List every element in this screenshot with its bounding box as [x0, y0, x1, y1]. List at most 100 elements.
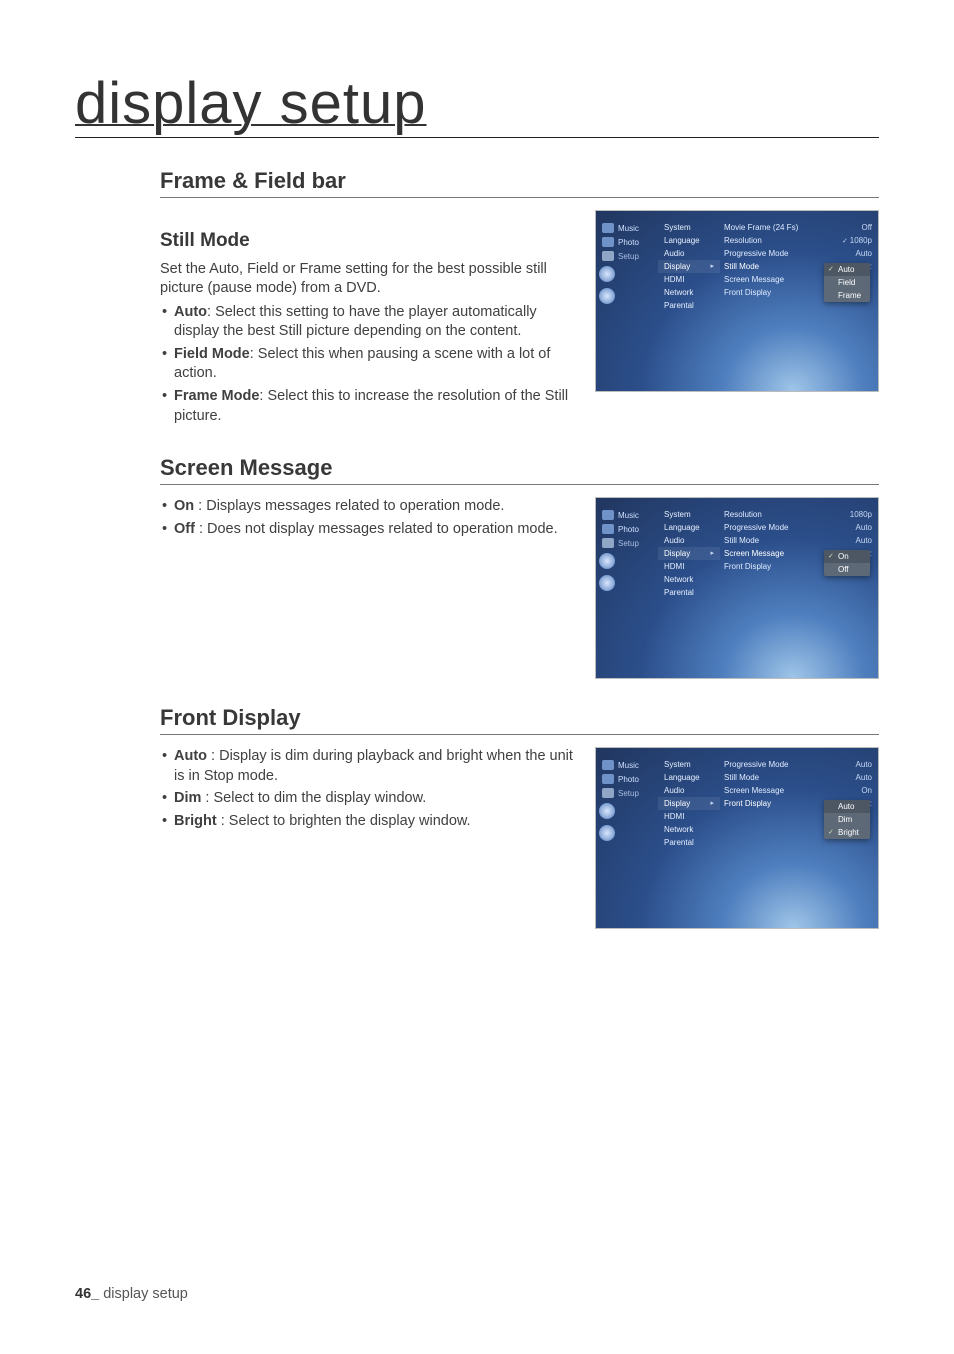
setting-value: Off	[861, 223, 872, 232]
nav-label: Setup	[618, 252, 639, 261]
osd-screenshot-front-display: Music Photo Setup System Language Audio …	[595, 747, 879, 929]
photo-icon	[602, 237, 614, 247]
option-auto[interactable]: Auto	[824, 263, 870, 276]
menu-item-system[interactable]: System	[658, 221, 720, 234]
bullet-rest: : Select this setting to have the player…	[174, 304, 537, 340]
music-icon	[602, 223, 614, 233]
menu-item-hdmi[interactable]: HDMI	[658, 273, 720, 286]
still-mode-intro: Set the Auto, Field or Frame setting for…	[160, 260, 577, 299]
photo-icon	[602, 524, 614, 534]
heading-front-display: Front Display	[160, 705, 879, 735]
menu-item-display[interactable]: Display	[658, 260, 720, 273]
menu-item-network[interactable]: Network	[658, 286, 720, 299]
page-footer: 46_ display setup	[75, 1286, 188, 1302]
nav-item-photo[interactable]: Photo	[596, 235, 658, 249]
setting-value: Auto	[856, 536, 872, 545]
option-dim[interactable]: Dim	[824, 813, 870, 826]
setting-row[interactable]: Resolution1080p	[720, 234, 878, 247]
bullet-term: Frame Mode	[174, 388, 259, 404]
dropdown-screen-message[interactable]: On Off	[824, 550, 870, 576]
setting-row[interactable]: Progressive ModeAuto	[720, 521, 878, 534]
nav-item-setup[interactable]: Setup	[596, 786, 658, 800]
menu-item-hdmi[interactable]: HDMI	[658, 810, 720, 823]
list-item: Frame Mode: Select this to increase the …	[162, 387, 577, 426]
nav-label: Setup	[618, 539, 639, 548]
menu-item-audio[interactable]: Audio	[658, 247, 720, 260]
menu-item-hdmi[interactable]: HDMI	[658, 560, 720, 573]
setting-row[interactable]: Still ModeAuto	[720, 771, 878, 784]
setting-row[interactable]: Progressive ModeAuto	[720, 247, 878, 260]
list-item: On : Displays messages related to operat…	[162, 497, 577, 517]
sidebar-icon	[599, 288, 615, 304]
setting-row[interactable]: Resolution 1080p	[720, 508, 878, 521]
heading-screen-message: Screen Message	[160, 455, 879, 485]
setting-label: Resolution	[724, 236, 762, 245]
menu-item-system[interactable]: System	[658, 508, 720, 521]
option-bright[interactable]: Bright	[824, 826, 870, 839]
bullet-term: Auto	[174, 748, 207, 764]
list-item: Auto: Select this setting to have the pl…	[162, 303, 577, 342]
list-item: Bright : Select to brighten the display …	[162, 812, 577, 832]
setting-value: Auto	[856, 760, 872, 769]
setting-label: Screen Message	[724, 786, 784, 795]
menu-item-audio[interactable]: Audio	[658, 534, 720, 547]
bullet-rest: : Displays messages related to operation…	[194, 498, 504, 514]
heading-frame-field: Frame & Field bar	[160, 168, 879, 198]
setting-row[interactable]: Screen MessageOn	[720, 784, 878, 797]
setting-label: Front Display	[724, 562, 771, 571]
menu-item-network[interactable]: Network	[658, 823, 720, 836]
osd-screenshot-still-mode: Music Photo Setup System Language Audio …	[595, 210, 879, 392]
page-title: display setup	[75, 70, 427, 137]
nav-item-music[interactable]: Music	[596, 221, 658, 235]
bullet-rest: : Display is dim during playback and bri…	[174, 748, 573, 784]
nav-item-setup[interactable]: Setup	[596, 536, 658, 550]
gear-icon	[602, 251, 614, 261]
menu-item-language[interactable]: Language	[658, 234, 720, 247]
setting-label: Still Mode	[724, 262, 759, 271]
list-item: Dim : Select to dim the display window.	[162, 789, 577, 809]
dropdown-still-mode[interactable]: Auto Field Frame	[824, 263, 870, 302]
setting-label: Resolution	[724, 510, 762, 519]
menu-item-language[interactable]: Language	[658, 771, 720, 784]
setting-value: Auto	[856, 773, 872, 782]
nav-item-music[interactable]: Music	[596, 758, 658, 772]
heading-still-mode: Still Mode	[160, 228, 577, 254]
option-frame[interactable]: Frame	[824, 289, 870, 302]
menu-item-network[interactable]: Network	[658, 573, 720, 586]
nav-item-photo[interactable]: Photo	[596, 522, 658, 536]
menu-item-parental[interactable]: Parental	[658, 836, 720, 849]
setting-label: Progressive Mode	[724, 523, 788, 532]
menu-item-audio[interactable]: Audio	[658, 784, 720, 797]
option-off[interactable]: Off	[824, 563, 870, 576]
bullet-term: On	[174, 498, 194, 514]
nav-item-setup[interactable]: Setup	[596, 249, 658, 263]
setting-row[interactable]: Progressive ModeAuto	[720, 758, 878, 771]
option-auto[interactable]: Auto	[824, 800, 870, 813]
bullet-rest: : Does not display messages related to o…	[195, 521, 558, 537]
list-item: Off : Does not display messages related …	[162, 520, 577, 540]
nav-label: Music	[618, 761, 639, 770]
menu-item-display[interactable]: Display	[658, 547, 720, 560]
nav-item-photo[interactable]: Photo	[596, 772, 658, 786]
menu-item-language[interactable]: Language	[658, 521, 720, 534]
option-field[interactable]: Field	[824, 276, 870, 289]
menu-item-parental[interactable]: Parental	[658, 299, 720, 312]
setting-row[interactable]: Movie Frame (24 Fs)Off	[720, 221, 878, 234]
setting-label: Front Display	[724, 799, 771, 808]
setting-value: 1080p	[850, 510, 872, 519]
bullet-term: Auto	[174, 304, 207, 320]
setting-label: Still Mode	[724, 536, 759, 545]
nav-item-music[interactable]: Music	[596, 508, 658, 522]
bullet-rest: : Select to brighten the display window.	[217, 813, 471, 829]
menu-item-system[interactable]: System	[658, 758, 720, 771]
setting-label: Progressive Mode	[724, 249, 788, 258]
menu-item-display[interactable]: Display	[658, 797, 720, 810]
setting-row[interactable]: Still Mode Auto	[720, 534, 878, 547]
nav-label: Photo	[618, 775, 639, 784]
nav-label: Setup	[618, 789, 639, 798]
dropdown-front-display[interactable]: Auto Dim Bright	[824, 800, 870, 839]
option-on[interactable]: On	[824, 550, 870, 563]
bullet-term: Field Mode	[174, 346, 250, 362]
menu-item-parental[interactable]: Parental	[658, 586, 720, 599]
bullet-term: Off	[174, 521, 195, 537]
